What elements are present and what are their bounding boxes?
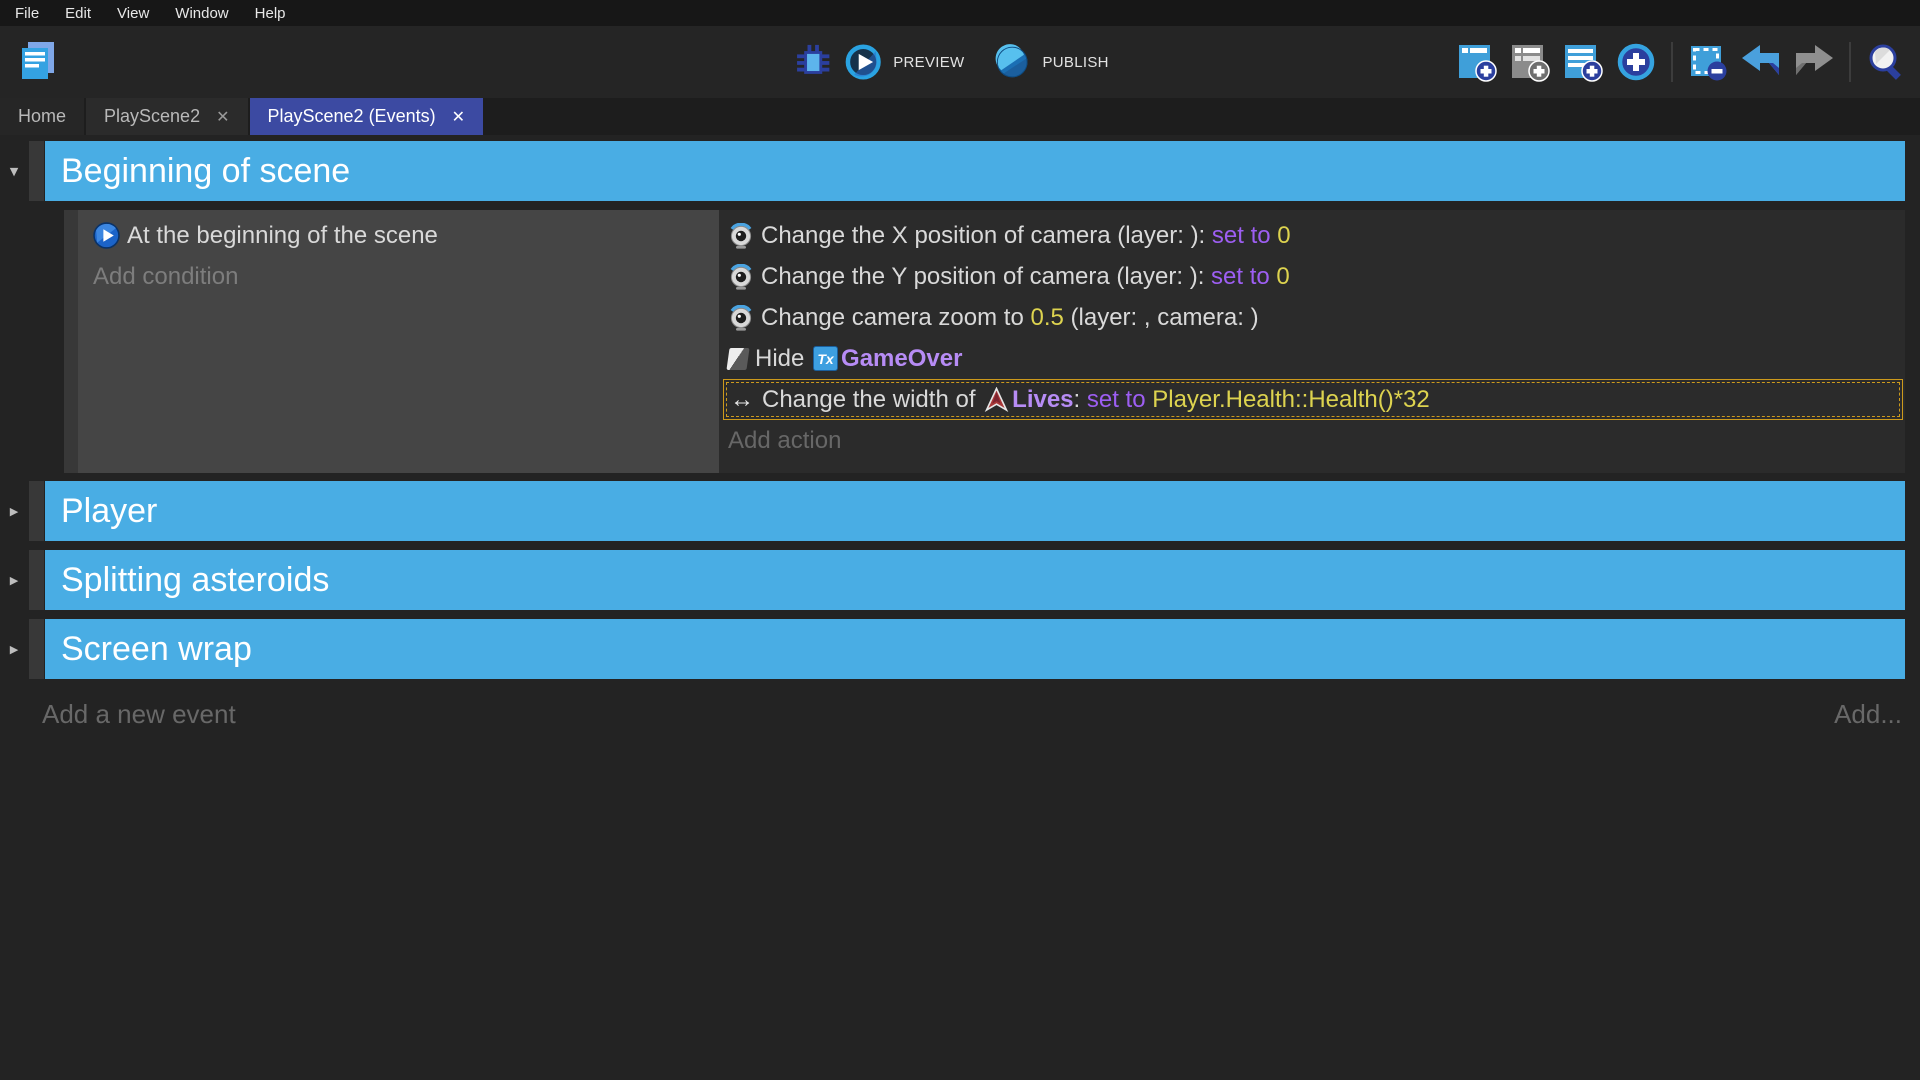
debug-button[interactable] <box>793 42 833 82</box>
events-toolbar-icons <box>1457 42 1906 82</box>
add-condition-button[interactable]: Add condition <box>93 256 719 297</box>
group-drag-grip[interactable] <box>29 141 44 201</box>
add-more-button[interactable]: Add... <box>1834 699 1902 730</box>
text-segment: Player.Health::Health()*32 <box>1146 386 1430 414</box>
tab-playscene2-events-[interactable]: PlayScene2 (Events) ✕ <box>250 98 484 135</box>
toolbar-separator <box>1849 42 1851 82</box>
group-drag-grip[interactable] <box>29 481 44 541</box>
collapse-caret-icon[interactable]: ▾ <box>4 163 24 180</box>
text-segment: Lives <box>1012 386 1073 414</box>
search-icon[interactable] <box>1866 42 1906 82</box>
menu-item-edit[interactable]: Edit <box>52 0 104 26</box>
text-segment <box>1270 263 1277 291</box>
tab-close-icon[interactable]: ✕ <box>452 107 465 127</box>
text-segment: set to <box>1087 386 1146 414</box>
text-object-icon: Tx <box>813 346 838 371</box>
text-segment: : <box>1074 386 1087 414</box>
text-segment: 0 <box>1276 263 1289 291</box>
group-header-screen-wrap[interactable]: Screen wrap <box>45 619 1905 679</box>
width-arrow-icon: ↔ <box>729 386 755 414</box>
action-line[interactable]: Change the X position of camera (layer: … <box>723 215 1903 256</box>
text-segment: 0.5 <box>1030 304 1063 332</box>
tab-close-icon[interactable]: ✕ <box>216 107 229 127</box>
bottom-add-row: Add a new event Add... <box>42 699 1902 730</box>
group-header-splitting-asteroids[interactable]: Splitting asteroids <box>45 550 1905 610</box>
text-segment: (layer: , camera: ) <box>1064 304 1259 332</box>
add-new-icon[interactable] <box>1616 42 1656 82</box>
app-logo-icon <box>16 39 62 85</box>
publish-button[interactable] <box>992 42 1032 82</box>
text-segment: Change camera zoom to <box>761 304 1030 332</box>
add-action-button[interactable]: Add action <box>723 420 1903 461</box>
text-segment: set to <box>1212 222 1271 250</box>
preview-button[interactable] <box>843 42 883 82</box>
add-new-event-button[interactable]: Add a new event <box>42 699 236 730</box>
event-drag-grip[interactable] <box>64 210 78 473</box>
menu-item-window[interactable]: Window <box>162 0 241 26</box>
text-segment: Change the width of <box>762 386 982 414</box>
tab-label: Home <box>18 106 66 127</box>
toolbar-separator <box>1671 42 1673 82</box>
publish-label[interactable]: PUBLISH <box>1042 54 1108 71</box>
action-line[interactable]: Hide TxGameOver <box>723 338 1903 379</box>
preview-label[interactable]: PREVIEW <box>893 54 964 71</box>
ship-icon <box>984 387 1009 412</box>
action-line[interactable]: Change camera zoom to 0.5 (layer: , came… <box>723 297 1903 338</box>
menu-item-help[interactable]: Help <box>242 0 299 26</box>
camera-icon <box>728 223 754 249</box>
scene-start-icon <box>93 222 120 249</box>
main-toolbar: PREVIEW PUBLISH <box>0 26 1920 98</box>
text-segment: 0 <box>1277 222 1290 250</box>
tab-bar: Home PlayScene2 ✕ PlayScene2 (Events) ✕ <box>0 98 1920 135</box>
actions-panel: Change the X position of camera (layer: … <box>719 210 1905 473</box>
text-segment <box>1271 222 1278 250</box>
text-segment: set to <box>1211 263 1270 291</box>
group-header-player[interactable]: Player <box>45 481 1905 541</box>
text-segment: At the beginning of the scene <box>127 222 438 250</box>
tab-label: PlayScene2 (Events) <box>268 106 436 127</box>
group-drag-grip[interactable] <box>29 550 44 610</box>
expand-caret-icon[interactable]: ▸ <box>4 503 24 520</box>
menu-item-file[interactable]: File <box>2 0 52 26</box>
event-row: At the beginning of the scene Add conditi… <box>64 210 1905 473</box>
camera-icon <box>728 264 754 290</box>
event-group-row: ▸Splitting asteroids <box>45 550 1905 610</box>
tab-home[interactable]: Home <box>0 98 84 135</box>
text-segment: Hide <box>755 345 811 373</box>
tab-label: PlayScene2 <box>104 106 200 127</box>
menu-bar: FileEditViewWindowHelp <box>0 0 1920 26</box>
action-line[interactable]: Change the Y position of camera (layer: … <box>723 256 1903 297</box>
action-line[interactable]: ↔Change the width of Lives: set to Playe… <box>723 379 1903 420</box>
add-subevent-icon[interactable] <box>1563 42 1603 82</box>
group-drag-grip[interactable] <box>29 619 44 679</box>
group-header-beginning-of-scene[interactable]: Beginning of scene <box>45 141 1905 201</box>
add-event-icon[interactable] <box>1457 42 1497 82</box>
text-segment: Change the Y position of camera (layer: … <box>761 263 1211 291</box>
events-sheet: ▾Beginning of sceneAt the beginning of t… <box>0 135 1920 730</box>
hide-icon <box>728 348 748 370</box>
toggle-selection-icon[interactable] <box>1688 42 1728 82</box>
text-segment: GameOver <box>841 345 962 373</box>
condition-line[interactable]: At the beginning of the scene <box>93 215 719 256</box>
menu-item-view[interactable]: View <box>104 0 162 26</box>
redo-icon[interactable] <box>1794 42 1834 82</box>
camera-icon <box>728 305 754 331</box>
undo-icon[interactable] <box>1741 42 1781 82</box>
expand-caret-icon[interactable]: ▸ <box>4 641 24 658</box>
text-segment: Change the X position of camera (layer: … <box>761 222 1212 250</box>
tab-playscene2[interactable]: PlayScene2 ✕ <box>86 98 247 135</box>
conditions-panel: At the beginning of the scene Add conditi… <box>78 210 719 473</box>
event-group-row: ▾Beginning of scene <box>45 141 1905 201</box>
event-group-row: ▸Player <box>45 481 1905 541</box>
add-comment-icon[interactable] <box>1510 42 1550 82</box>
expand-caret-icon[interactable]: ▸ <box>4 572 24 589</box>
event-group-row: ▸Screen wrap <box>45 619 1905 679</box>
